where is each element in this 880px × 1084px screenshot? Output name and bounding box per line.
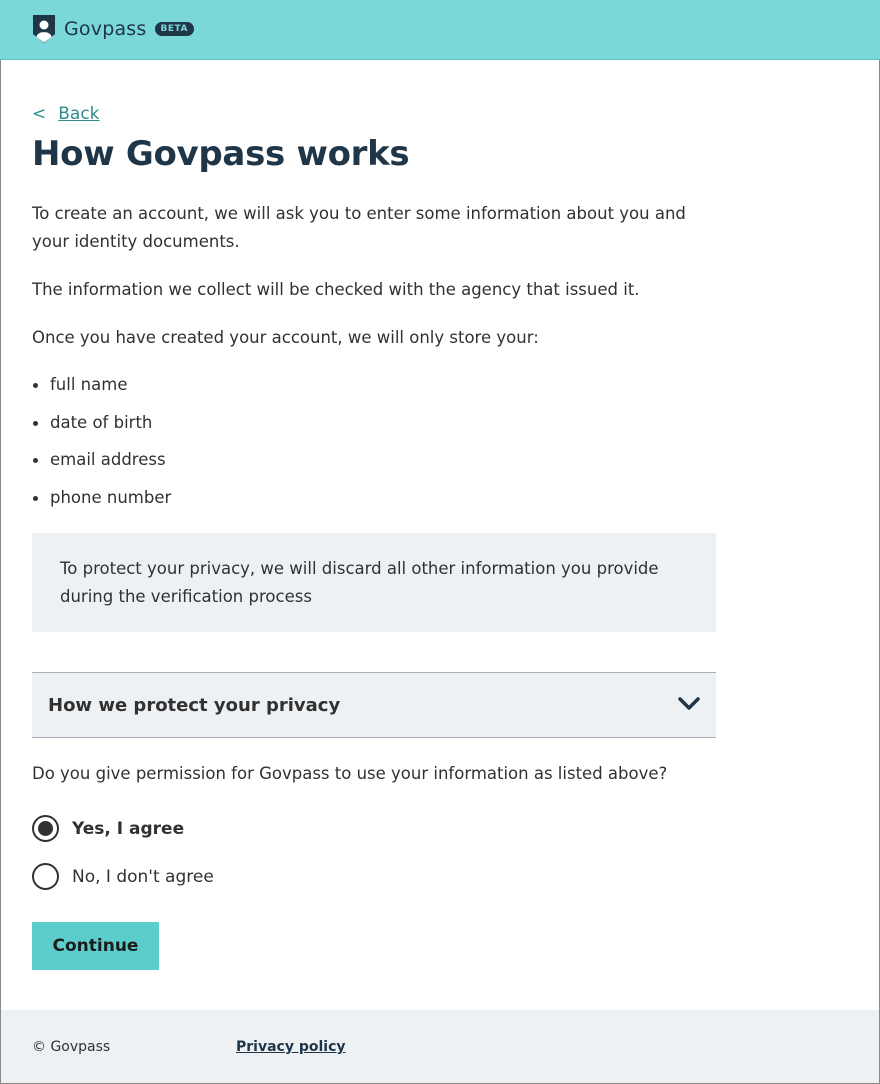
stored-info-list: full name date of birth email address ph… <box>32 371 171 522</box>
brand-name: Govpass <box>64 18 147 40</box>
site-header: Govpass BETA <box>0 0 880 60</box>
intro-paragraph-1: To create an account, we will ask you to… <box>32 204 686 251</box>
logo[interactable]: Govpass BETA <box>32 14 194 44</box>
list-item: full name <box>32 371 171 409</box>
consent-question: Do you give permission for Govpass to us… <box>32 764 668 783</box>
intro-paragraph-3: Once you have created your account, we w… <box>32 328 539 347</box>
privacy-callout: To protect your privacy, we will discard… <box>32 533 716 632</box>
page-title: How Govpass works <box>32 134 410 174</box>
shield-user-icon <box>32 14 56 44</box>
radio-unchecked-icon[interactable] <box>32 863 59 890</box>
list-item: email address <box>32 446 171 484</box>
radio-no-disagree[interactable]: No, I don't agree <box>32 863 214 890</box>
radio-yes-agree[interactable]: Yes, I agree <box>32 815 184 842</box>
chevron-left-icon: < <box>32 104 47 124</box>
privacy-accordion[interactable]: How we protect your privacy <box>32 672 716 738</box>
copyright-text: © Govpass <box>32 1039 111 1055</box>
privacy-policy-link[interactable]: Privacy policy <box>236 1039 346 1055</box>
site-footer: © Govpass Privacy policy <box>1 1010 879 1083</box>
radio-checked-icon[interactable] <box>32 815 59 842</box>
list-item: phone number <box>32 484 171 522</box>
intro-paragraph-2: The information we collect will be check… <box>32 280 640 299</box>
continue-button[interactable]: Continue <box>32 922 159 970</box>
list-item: date of birth <box>32 409 171 447</box>
back-link-label: Back <box>58 104 100 124</box>
chevron-down-icon[interactable] <box>678 696 700 715</box>
back-link[interactable]: < Back <box>32 104 100 124</box>
radio-no-label: No, I don't agree <box>72 866 214 887</box>
beta-badge: BETA <box>154 22 194 36</box>
radio-yes-label: Yes, I agree <box>72 818 185 839</box>
accordion-title: How we protect your privacy <box>48 694 341 716</box>
